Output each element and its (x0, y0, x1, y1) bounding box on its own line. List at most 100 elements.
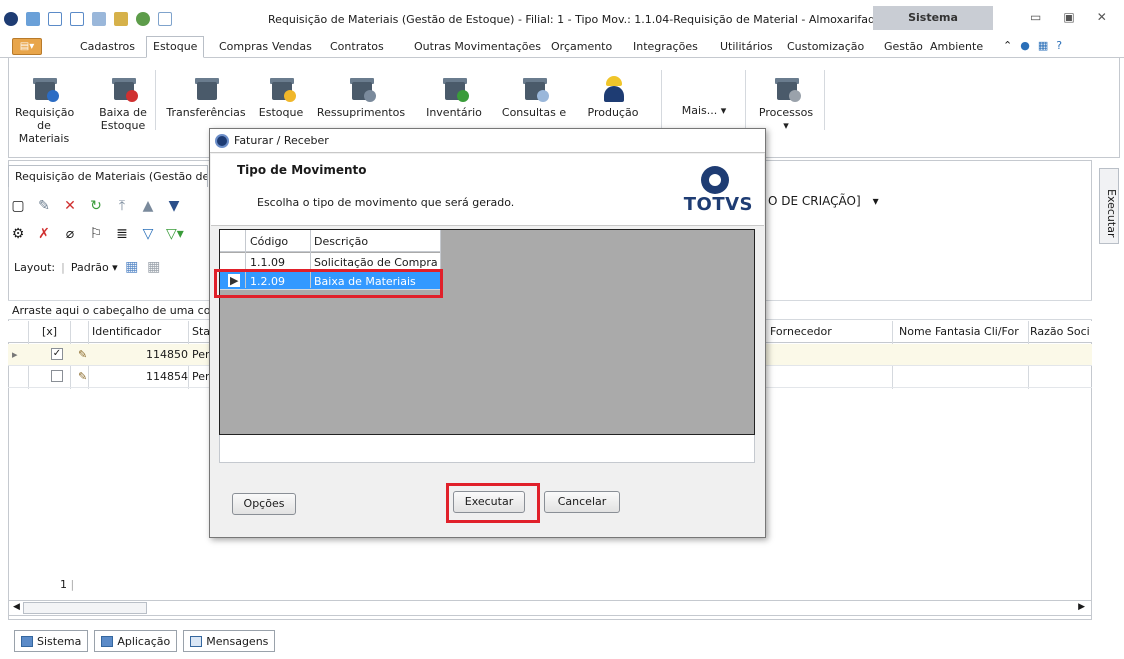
layout-options-icon[interactable]: ▦ (146, 259, 162, 275)
tools-icon[interactable]: ⚙ (10, 226, 26, 242)
bottom-tab-sistema[interactable]: Sistema (14, 630, 89, 652)
menu-orcamento[interactable]: Orçamento (551, 40, 612, 53)
document-tab[interactable]: Requisição de Materiais (Gestão de (8, 165, 208, 187)
ribbon-transferencias-button[interactable]: Transferências (164, 72, 248, 119)
processos-icon (771, 72, 801, 102)
ribbon-baixa-button[interactable]: Baixa de Estoque (99, 72, 147, 132)
menu-gestao[interactable]: Gestão (884, 40, 923, 53)
column-status[interactable]: Sta (192, 325, 210, 338)
bottom-tab-aplicacao[interactable]: Aplicação (94, 630, 178, 652)
collapse-ribbon-icon[interactable]: ⌃ (1003, 39, 1012, 52)
document-icon[interactable] (158, 12, 172, 26)
cancel-tools-icon[interactable]: ✗ (36, 226, 52, 242)
menu-compras[interactable]: Compras (219, 40, 268, 53)
menu-outras-movimentacoes[interactable]: Outras Movimentações (414, 40, 541, 53)
menu-bar: ▤▾ Cadastros Estoque Compras Vendas Cont… (0, 36, 1124, 58)
totvs-dialog-icon (215, 134, 229, 148)
move-up-icon[interactable]: ▲ (140, 198, 156, 214)
column-nome-fantasia[interactable]: Nome Fantasia Cli/For (899, 325, 1019, 338)
layout-icon[interactable]: ▦ (1038, 39, 1048, 52)
ribbon-processos-button[interactable]: Processos ▾ (755, 72, 817, 132)
bottom-tab-mensagens[interactable]: Mensagens (183, 630, 276, 652)
ribbon-separator (661, 70, 662, 130)
filter-dropdown-icon[interactable]: ▽▾ (166, 226, 184, 242)
filter-icon[interactable]: ▽ (140, 226, 156, 242)
cancelar-button[interactable]: Cancelar (544, 491, 620, 513)
scrollbar-thumb[interactable] (23, 602, 147, 614)
row-status: Per (192, 370, 210, 383)
new-record-icon[interactable]: ▢ (10, 198, 26, 214)
column-codigo[interactable]: Código (250, 235, 288, 248)
column-fornecedor[interactable]: Fornecedor (770, 325, 832, 338)
window-controls: ▭ ▣ ✕ (1030, 10, 1107, 24)
new-window-icon[interactable] (48, 12, 62, 26)
filter-selector[interactable]: O DE CRIAÇÃO] ▾ (768, 194, 879, 208)
menu-contratos[interactable]: Contratos (330, 40, 384, 53)
menu-estoque[interactable]: Estoque (146, 36, 205, 58)
maximize-icon[interactable]: ▣ (1063, 10, 1074, 24)
row-identificador: 114854 (146, 370, 188, 383)
row-checkbox[interactable]: ✓ (51, 348, 63, 360)
app-menu-button[interactable]: ▤▾ (12, 38, 42, 55)
movement-grid-footer (219, 435, 755, 463)
menu-integracoes[interactable]: Integrações (633, 40, 698, 53)
ribbon-requisicao-button[interactable]: Requisição de Materiais (15, 72, 74, 145)
move-first-icon[interactable]: ⤒ (114, 198, 130, 214)
ribbon-separator (155, 70, 156, 130)
quick-action-icon[interactable] (26, 12, 40, 26)
close-icon[interactable]: ✕ (1097, 10, 1107, 24)
minimize-icon[interactable]: ▭ (1030, 10, 1041, 24)
pen-icon[interactable] (114, 12, 128, 26)
help-icon[interactable]: ? (1056, 39, 1062, 52)
column-check[interactable]: [x] (42, 325, 57, 338)
ressup-icon (346, 72, 376, 102)
scroll-left-icon[interactable]: ◀ (13, 602, 20, 612)
ribbon-consultas-button[interactable]: Consultas e (501, 72, 567, 119)
menu-right-icons: ⌃ ● ▦ ? (1003, 39, 1062, 52)
edit-pencil-icon[interactable]: ✎ (78, 370, 87, 383)
sistema-context-tab[interactable]: Sistema (873, 6, 993, 30)
move-down-icon[interactable]: ▼ (166, 198, 182, 214)
ribbon-inventario-button[interactable]: Inventário (423, 72, 485, 119)
estoque-icon (266, 72, 296, 102)
attach-icon[interactable]: ⌀ (62, 226, 78, 242)
ribbon-estoque-button[interactable]: Estoque (255, 72, 307, 119)
list-icon[interactable]: ≣ (114, 226, 130, 242)
refresh-icon[interactable]: ↻ (88, 198, 104, 214)
dialog-header: Tipo de Movimento Escolha o tipo de movi… (211, 154, 764, 226)
layout-save-icon[interactable]: ▦ (124, 259, 140, 275)
column-descricao[interactable]: Descrição (314, 235, 368, 248)
globe-icon[interactable] (136, 12, 150, 26)
ribbon-separator (824, 70, 825, 130)
menu-utilitarios[interactable]: Utilitários (720, 40, 773, 53)
edit-pencil-icon[interactable]: ✎ (78, 348, 87, 361)
movement-type-grid: Código Descrição 1.1.09 Solicitação de C… (219, 229, 755, 435)
ribbon-producao-button[interactable]: Produção (585, 72, 641, 119)
scroll-right-icon[interactable]: ▶ (1078, 602, 1085, 612)
side-executar-panel[interactable]: Executar (1099, 168, 1119, 244)
connection-icon[interactable]: ● (1020, 39, 1030, 52)
tools-icon[interactable] (92, 12, 106, 26)
monitor-icon (101, 635, 114, 647)
totvs-logo: TOTVS (673, 166, 753, 215)
ribbon-mais-dropdown[interactable]: Mais... ▾ (669, 104, 739, 117)
layout-dropdown[interactable]: Padrão ▾ (71, 261, 118, 274)
column-razao-social[interactable]: Razão Soci (1030, 325, 1090, 338)
opcoes-button[interactable]: Opções (232, 493, 296, 515)
ribbon-ressuprimentos-button[interactable]: Ressuprimentos (315, 72, 407, 119)
menu-ambiente[interactable]: Ambiente (930, 40, 983, 53)
row-checkbox[interactable] (51, 370, 63, 382)
delete-icon[interactable]: ✕ (62, 198, 78, 214)
column-identificador[interactable]: Identificador (92, 325, 161, 338)
chevron-down-icon: ▾ (720, 104, 727, 117)
menu-cadastros[interactable]: Cadastros (80, 40, 135, 53)
edit-record-icon[interactable]: ✎ (36, 198, 52, 214)
window-icon[interactable] (70, 12, 84, 26)
highlight-selected-row (214, 269, 443, 298)
menu-vendas[interactable]: Vendas (272, 40, 312, 53)
row-status: Per (192, 348, 210, 361)
menu-customizacao[interactable]: Customização (787, 40, 864, 53)
process-icon[interactable]: ⚐ (88, 226, 104, 242)
horizontal-scrollbar[interactable]: ◀ ▶ (8, 600, 1092, 616)
dialog-title-bar: Faturar / Receber (210, 129, 765, 153)
